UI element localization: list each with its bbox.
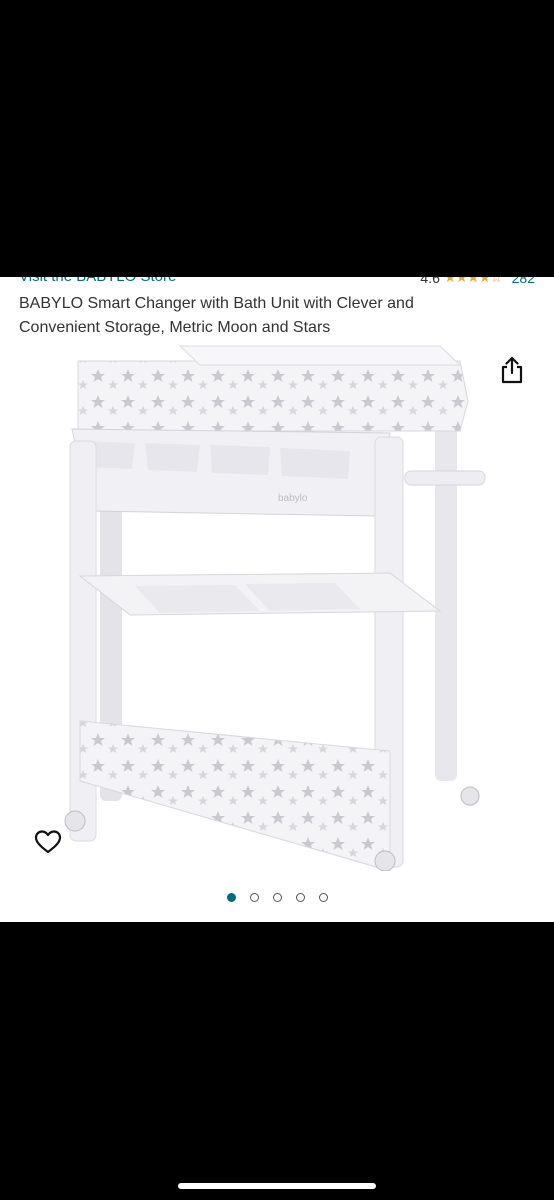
carousel-dot[interactable]	[226, 893, 236, 902]
product-image[interactable]: babylo	[60, 341, 500, 872]
product-title: BABYLO Smart Changer with Bath Unit with…	[19, 295, 414, 336]
share-button[interactable]	[498, 355, 526, 385]
svg-text:babylo: babylo	[278, 493, 308, 504]
carousel-dot[interactable]	[318, 893, 328, 902]
home-indicator[interactable]	[178, 1183, 376, 1189]
carousel-dot[interactable]	[295, 893, 305, 902]
phone-screen: Visit the BABYLO Store 4.6 ★★★★☆ 282 BAB…	[0, 0, 554, 1200]
carousel-dot[interactable]	[272, 893, 282, 902]
favorite-button[interactable]	[34, 829, 62, 855]
product-card: Visit the BABYLO Store 4.6 ★★★★☆ 282 BAB…	[0, 277, 554, 922]
rating-count-link[interactable]: 282	[512, 277, 535, 286]
rating-value: 4.6	[420, 277, 440, 286]
share-icon	[501, 356, 523, 384]
store-link[interactable]: Visit the BABYLO Store	[19, 277, 176, 285]
carousel-indicator[interactable]	[0, 893, 554, 902]
star-rating-icon: ★★★★☆	[443, 277, 503, 285]
changing-table-illustration: babylo	[64, 345, 486, 872]
carousel-dot[interactable]	[249, 893, 259, 902]
heart-icon	[34, 830, 62, 854]
rating-summary[interactable]: 4.6 ★★★★☆ 282	[420, 277, 535, 286]
